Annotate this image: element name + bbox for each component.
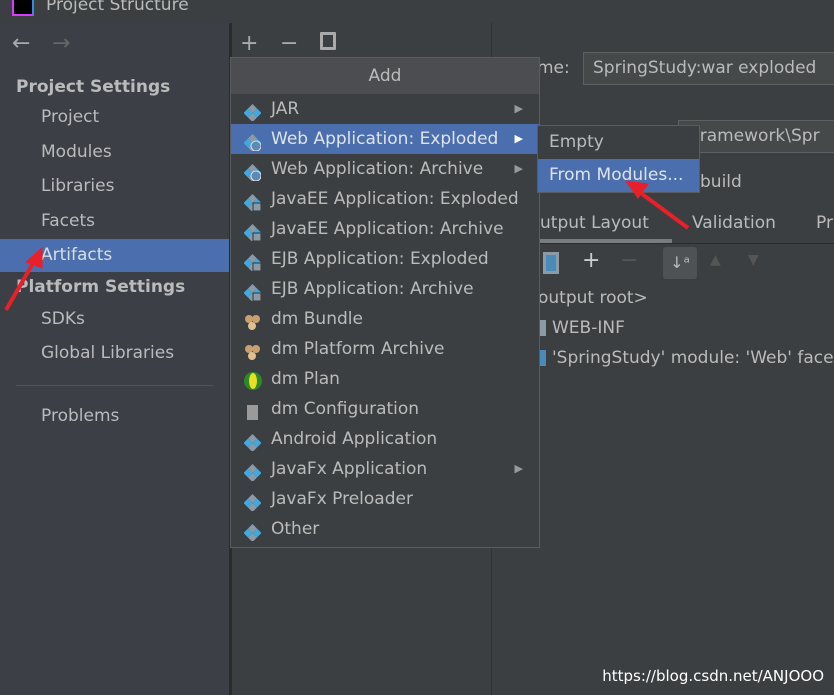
annotation-arrow-from-modules — [632, 186, 690, 230]
annotation-arrow-artifacts — [4, 257, 38, 311]
watermark: https://blog.csdn.net/ANJOOO — [602, 667, 824, 685]
annotation-arrows — [4, 180, 690, 311]
